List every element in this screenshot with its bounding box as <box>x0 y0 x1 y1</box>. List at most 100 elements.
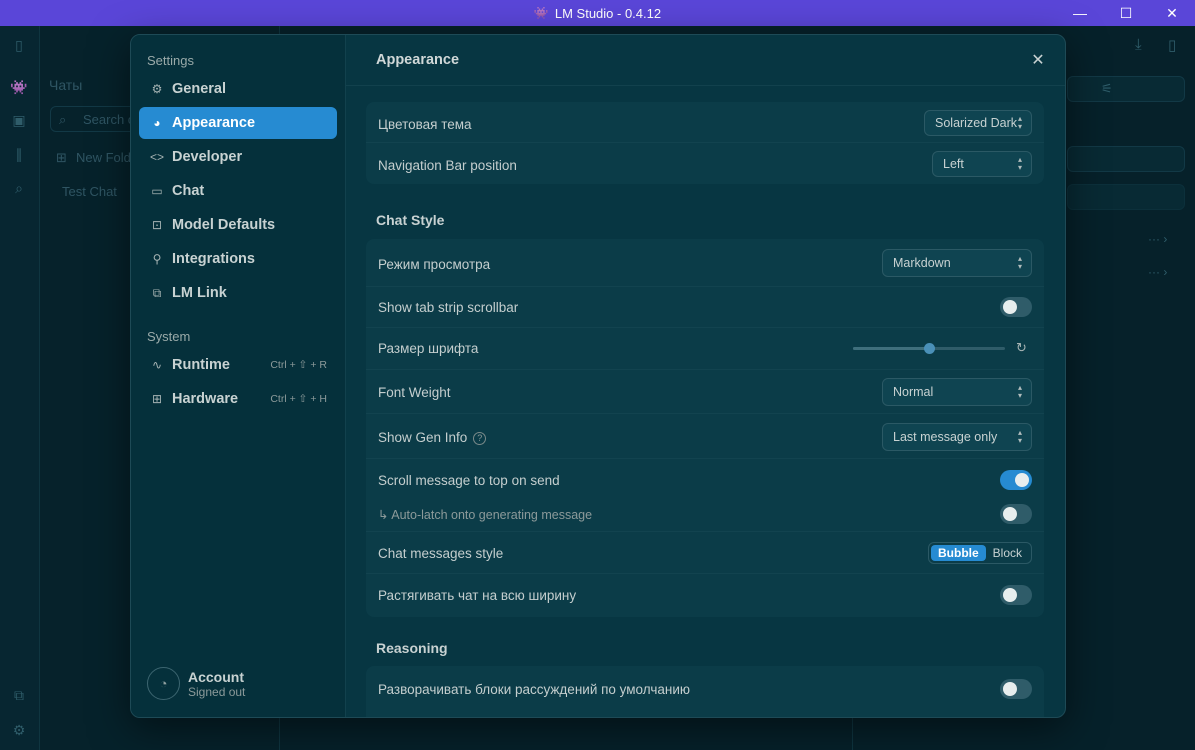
help-icon[interactable]: ? <box>473 432 487 445</box>
settings-scroll-area[interactable]: Цветовая тема Solarized Dark ▴ ▾ Navigati… <box>346 85 1065 717</box>
settings-heading: Settings <box>147 53 194 68</box>
nav-lm-link[interactable]: ⧉ LM Link <box>139 277 337 309</box>
gen-info-value: Last message only <box>893 430 998 444</box>
folder-plus-icon: ⊞ <box>56 150 67 165</box>
font-weight-select[interactable]: Normal ▴ ▾ <box>882 378 1032 406</box>
gen-info-label-wrap: Show Gen Info? <box>378 430 487 445</box>
toggle-knob <box>1015 473 1029 487</box>
font-size-row: Размер шрифта ↻ <box>366 328 1044 370</box>
gen-info-select[interactable]: Last message only ▴ ▾ <box>882 423 1032 451</box>
minimize-button[interactable]: — <box>1057 0 1103 26</box>
color-theme-select[interactable]: Solarized Dark ▴ ▾ <box>924 110 1032 136</box>
msg-style-row: Chat messages style Bubble Block <box>366 532 1044 574</box>
scroll-top-toggle[interactable] <box>1000 470 1032 490</box>
nav-appearance-label: Appearance <box>172 115 256 131</box>
window-title: LM Studio - 0.4.12 <box>554 5 662 21</box>
slider-fill <box>853 347 929 350</box>
user-icon: ◔ <box>147 667 180 700</box>
theme-card: Цветовая тема Solarized Dark ▴ ▾ Navigati… <box>366 102 1044 184</box>
nav-general-label: General <box>172 81 226 97</box>
gear-icon: ⚙ <box>151 82 163 96</box>
chevron-updown-icon: ▴ ▾ <box>1017 114 1022 131</box>
nav-developer-label: Developer <box>172 149 243 165</box>
terminal-nav-icon[interactable]: ▣ <box>9 111 29 129</box>
chevron-updown-icon: ▴ ▾ <box>1017 383 1022 400</box>
toggle-knob <box>1003 682 1017 696</box>
models-nav-icon[interactable]: ∥ <box>9 145 29 163</box>
chat-nav-icon[interactable]: 👾 <box>9 78 29 96</box>
close-window-button[interactable]: ✕ <box>1149 0 1195 26</box>
gen-info-label: Show Gen Info <box>378 430 468 445</box>
system-heading: System <box>147 329 191 344</box>
gen-info-row: Show Gen Info? Last message only ▴ ▾ <box>366 414 1044 459</box>
color-theme-label: Цветовая тема <box>378 117 472 132</box>
slider-thumb[interactable] <box>924 343 935 354</box>
nav-model-defaults[interactable]: ⊡ Model Defaults <box>139 209 337 241</box>
account-button[interactable]: ◔ Account Signed out <box>147 667 245 700</box>
link-icon: ⧉ <box>152 285 162 300</box>
settings-sidebar: Settings ⚙ General ◕ Appearance <> Devel… <box>131 35 346 717</box>
chevron-updown-icon: ▴ ▾ <box>1017 428 1022 445</box>
sidebar-toggle-icon[interactable]: ▯ <box>9 36 29 54</box>
new-folder-link[interactable]: New Folde <box>76 150 138 165</box>
title-bar: 👾 LM Studio - 0.4.12 — ☐ ✕ <box>0 0 1195 26</box>
reasoning-expand-row: Разворачивать блоки рассуждений по умолч… <box>366 666 1044 712</box>
chip-icon: ⊞ <box>151 392 163 406</box>
nav-runtime[interactable]: ∿ Runtime Ctrl + ⇧ + R <box>139 349 337 381</box>
nav-runtime-label: Runtime <box>172 357 230 373</box>
msg-style-label: Chat messages style <box>378 546 504 561</box>
nav-developer[interactable]: <> Developer <box>139 141 337 173</box>
nav-appearance[interactable]: ◕ Appearance <box>139 107 337 139</box>
view-mode-select[interactable]: Markdown ▴ ▾ <box>882 249 1032 277</box>
settings-content: Appearance ✕ Цветовая тема Solarized Dar… <box>346 35 1065 717</box>
reasoning-expand-label: Разворачивать блоки рассуждений по умолч… <box>378 682 691 697</box>
autolatch-toggle[interactable] <box>1000 504 1032 524</box>
background-nav-rail: ▯ 👾 ▣ ∥ ⌕ ⧉ ⚙ <box>0 26 40 750</box>
bubble-option[interactable]: Bubble <box>931 545 986 561</box>
more-icon[interactable]: ··· › <box>1148 232 1167 246</box>
font-weight-row: Font Weight Normal ▴ ▾ <box>366 370 1044 414</box>
link-nav-icon[interactable]: ⧉ <box>9 686 29 704</box>
nav-chat[interactable]: ▭ Chat <box>139 175 337 207</box>
download-icon[interactable]: ⤓ <box>1135 36 1142 53</box>
tab-strip-toggle[interactable] <box>1000 297 1032 317</box>
close-dialog-button[interactable]: ✕ <box>1027 49 1049 71</box>
nav-hardware[interactable]: ⊞ Hardware Ctrl + ⇧ + H <box>139 383 337 415</box>
msg-style-segmented: Bubble Block <box>928 542 1033 564</box>
right-panel-icon[interactable]: ▯ <box>1168 36 1176 54</box>
discover-nav-icon[interactable]: ⌕ <box>9 179 29 197</box>
settings-dialog: Settings ⚙ General ◕ Appearance <> Devel… <box>130 34 1066 718</box>
autolatch-row: ↳ Auto-latch onto generating message <box>366 495 1044 532</box>
account-status: Signed out <box>188 684 246 699</box>
toggle-knob <box>1003 507 1017 521</box>
plug-icon: ⚲ <box>152 252 162 266</box>
nav-general[interactable]: ⚙ General <box>139 73 337 105</box>
nav-model-defaults-label: Model Defaults <box>172 217 276 233</box>
nav-integrations[interactable]: ⚲ Integrations <box>139 243 337 275</box>
reasoning-expand-toggle[interactable] <box>1000 679 1032 699</box>
more-icon[interactable]: ··· › <box>1148 265 1167 279</box>
reset-icon[interactable]: ↻ <box>1016 340 1027 356</box>
test-chat-item[interactable]: Test Chat <box>62 184 117 199</box>
toggle-knob <box>1003 300 1017 314</box>
reasoning-heading: Reasoning <box>376 640 448 656</box>
nav-position-label: Navigation Bar position <box>378 158 517 173</box>
palette-icon: ◕ <box>153 116 161 130</box>
bg-filter-box[interactable]: ⚟ <box>1067 76 1185 102</box>
close-icon: ✕ <box>1031 52 1045 69</box>
color-theme-value: Solarized Dark <box>935 116 1017 130</box>
block-option[interactable]: Block <box>986 545 1029 561</box>
stretch-label: Растягивать чат на всю ширину <box>378 588 577 603</box>
view-mode-value: Markdown <box>893 256 951 270</box>
search-icon: ⌕ <box>59 112 67 127</box>
maximize-button[interactable]: ☐ <box>1103 0 1149 26</box>
nav-position-select[interactable]: Left ▴ ▾ <box>932 151 1032 177</box>
toggle-knob <box>1003 588 1017 602</box>
scroll-top-row: Scroll message to top on send <box>366 459 1044 495</box>
stretch-toggle[interactable] <box>1000 585 1032 605</box>
font-size-slider[interactable] <box>853 343 1005 354</box>
settings-nav-icon[interactable]: ⚙ <box>9 721 29 739</box>
hardware-shortcut: Ctrl + ⇧ + H <box>270 393 327 405</box>
bg-input-box[interactable] <box>1067 146 1185 172</box>
window-controls: — ☐ ✕ <box>1057 0 1195 26</box>
